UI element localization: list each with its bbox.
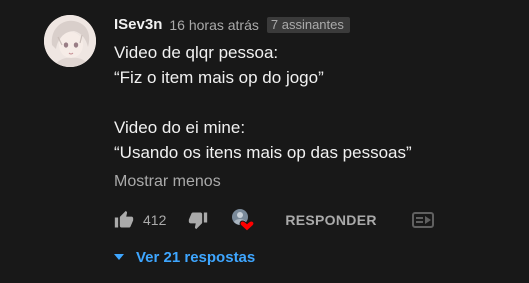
thumbs-up-icon[interactable] — [114, 210, 134, 230]
like-count: 412 — [143, 212, 167, 228]
caret-down-icon — [114, 254, 124, 260]
comment-line — [114, 90, 412, 115]
thumbs-down-icon[interactable] — [188, 210, 208, 230]
creator-heart-icon — [230, 207, 256, 233]
comment-timestamp[interactable]: 16 horas atrás — [169, 17, 259, 33]
reply-button[interactable]: RESPONDER — [285, 212, 376, 228]
comment-line: Video do ei mine: — [114, 118, 246, 137]
subscribers-badge: 7 assinantes — [266, 16, 350, 33]
author-avatar[interactable] — [44, 15, 96, 67]
comment-text: Video de qlqr pessoa: “Fiz o item mais o… — [114, 40, 412, 165]
author-name[interactable]: ISev3n — [114, 16, 162, 33]
show-less-button[interactable]: Mostrar menos — [114, 173, 221, 191]
view-replies-label: Ver 21 respostas — [136, 248, 256, 266]
comment-line: Video de qlqr pessoa: — [114, 43, 279, 62]
comment-header: ISev3n 16 horas atrás 7 assinantes — [114, 16, 350, 33]
comment-actions: 412 RESPONDER — [114, 207, 434, 233]
comment-line: “Fiz o item mais op do jogo” — [114, 68, 324, 87]
overflow-icon[interactable] — [411, 210, 434, 230]
comment-line: “Usando os itens mais op das pessoas” — [114, 143, 412, 162]
view-replies-button[interactable]: Ver 21 respostas — [114, 246, 255, 268]
